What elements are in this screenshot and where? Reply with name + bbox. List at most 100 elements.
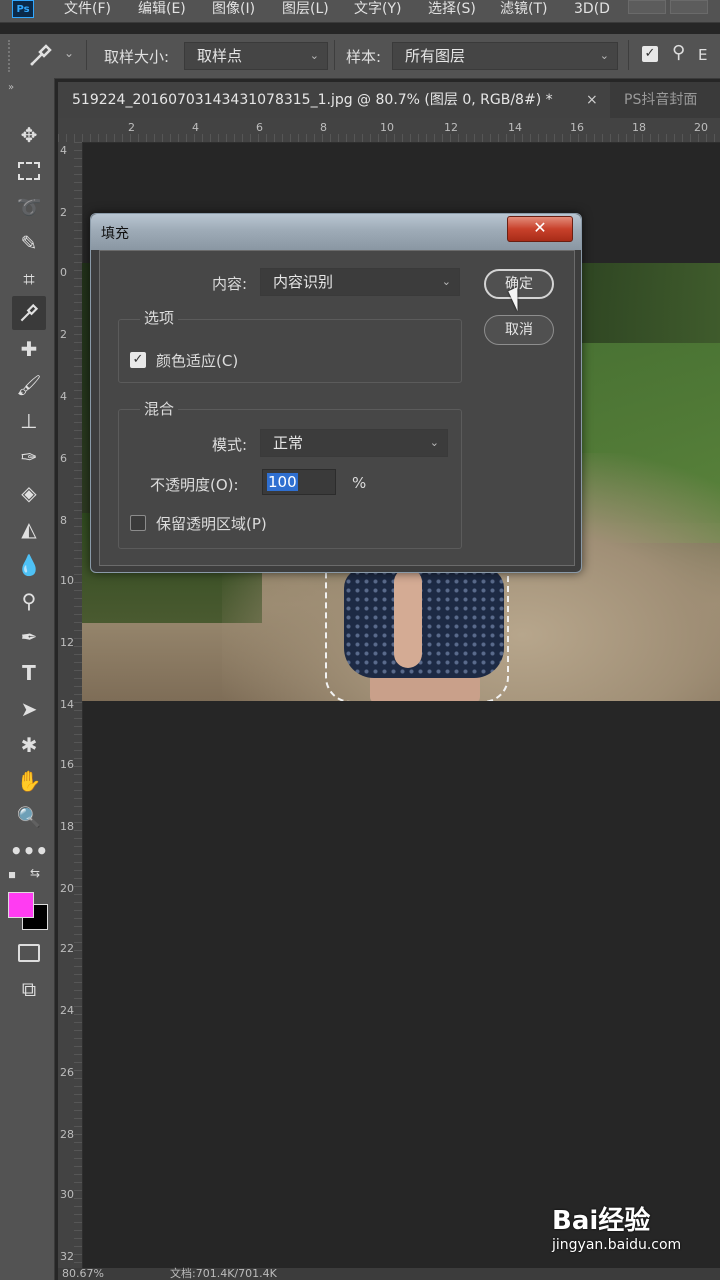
swap-colors-icon[interactable]: ⇆ bbox=[30, 866, 40, 880]
mode-value: 正常 bbox=[273, 434, 304, 452]
opacity-value: 100 bbox=[267, 473, 298, 491]
document-size: 文档:701.4K/701.4K bbox=[170, 1267, 277, 1280]
ruler-tick-label: 26 bbox=[60, 1066, 74, 1079]
preserve-transparency-label: 保留透明区域(P) bbox=[156, 515, 267, 533]
ruler-tick-label: 12 bbox=[444, 121, 458, 134]
ruler-tick-label: 10 bbox=[380, 121, 394, 134]
fill-dialog: 填充 ✕ 内容: 内容识别 ⌄ 确定 取消 选项 ✓ 颜色适应(C) 混合 模式… bbox=[90, 213, 582, 573]
menu-image[interactable]: 图像(I) bbox=[212, 0, 255, 20]
ruler-tick-label: 8 bbox=[60, 514, 67, 527]
options-group-title: 选项 bbox=[140, 307, 179, 328]
ruler-tick-label: 0 bbox=[60, 266, 67, 279]
ruler-tick-label: 18 bbox=[60, 820, 74, 833]
content-select[interactable]: 内容识别 ⌄ bbox=[260, 268, 460, 296]
divider bbox=[334, 40, 335, 70]
path-select-icon[interactable]: ➤ bbox=[12, 692, 46, 726]
more-icon[interactable]: ••• bbox=[10, 834, 48, 868]
photoshop-logo: Ps bbox=[12, 0, 34, 18]
chevron-down-icon: ⌄ bbox=[599, 49, 609, 62]
zoom-level[interactable]: 80.67% bbox=[62, 1268, 104, 1280]
menu-type[interactable]: 文字(Y) bbox=[354, 0, 401, 20]
grip-handle[interactable] bbox=[8, 40, 16, 72]
history-brush-icon[interactable]: ✑ bbox=[12, 440, 46, 474]
sample-value: 所有图层 bbox=[405, 47, 466, 65]
divider bbox=[628, 40, 629, 70]
opacity-unit: % bbox=[352, 474, 367, 492]
type-icon[interactable]: T bbox=[12, 656, 46, 690]
sample-size-select[interactable]: 取样点 ⌄ bbox=[184, 42, 328, 70]
ruler-tick-label: 20 bbox=[694, 121, 708, 134]
eraser-icon[interactable]: ◈ bbox=[12, 476, 46, 510]
zoom-icon[interactable]: 🔍 bbox=[12, 800, 46, 834]
screen-mode-icon[interactable]: ⧉ bbox=[12, 972, 46, 1006]
ruler-tick-label: 24 bbox=[60, 1004, 74, 1017]
stamp-icon[interactable]: ⊥ bbox=[12, 404, 46, 438]
ruler-tick-label: 4 bbox=[192, 121, 199, 134]
opacity-input[interactable]: 100 bbox=[262, 469, 336, 495]
healing-icon[interactable]: ✚ bbox=[12, 332, 46, 366]
menu-file[interactable]: 文件(F) bbox=[64, 0, 111, 20]
tab-document-2[interactable]: PS抖音封面 bbox=[624, 82, 697, 118]
menu-bar: Ps 文件(F) 编辑(E) 图像(I) 图层(L) 文字(Y) 选择(S) 滤… bbox=[0, 0, 720, 23]
ruler-tick-label: 2 bbox=[60, 328, 67, 341]
mode-select[interactable]: 正常 ⌄ bbox=[260, 429, 448, 457]
ruler-tick-label: 18 bbox=[632, 121, 646, 134]
tool-preset-chevron-icon[interactable]: ⌄ bbox=[64, 46, 74, 60]
crop-icon[interactable]: ⌗ bbox=[12, 262, 46, 296]
paint-bucket-icon[interactable]: ◭ bbox=[12, 512, 46, 546]
dodge-icon[interactable]: ⚲ bbox=[12, 584, 46, 618]
menu-filter[interactable]: 滤镜(T) bbox=[500, 0, 547, 20]
tab-close-icon[interactable]: × bbox=[586, 82, 598, 118]
lasso-icon[interactable]: ➰ bbox=[12, 190, 46, 224]
brush-icon[interactable]: 🖌 bbox=[12, 368, 46, 402]
quick-select-icon[interactable]: ✎ bbox=[12, 226, 46, 260]
tab-document-active[interactable]: 519224_20160703143431078315_1.jpg @ 80.7… bbox=[58, 82, 610, 118]
dialog-close-button[interactable]: ✕ bbox=[507, 216, 573, 242]
menu-edit[interactable]: 编辑(E) bbox=[138, 0, 186, 20]
cancel-button[interactable]: 取消 bbox=[484, 315, 554, 345]
menu-3d[interactable]: 3D(D bbox=[574, 0, 610, 20]
dialog-body: 内容: 内容识别 ⌄ 确定 取消 选项 ✓ 颜色适应(C) 混合 模式: 正常 … bbox=[99, 250, 575, 566]
pen-icon[interactable]: ✒ bbox=[12, 620, 46, 654]
chevron-down-icon: ⌄ bbox=[429, 436, 439, 449]
color-adapt-label: 颜色适应(C) bbox=[156, 352, 239, 370]
chevron-down-icon: ⌄ bbox=[441, 275, 451, 288]
ruler-tick-label: 2 bbox=[60, 206, 67, 219]
ruler-tick-label: 14 bbox=[508, 121, 522, 134]
shape-icon[interactable]: ✱ bbox=[12, 728, 46, 762]
window-maximize-button[interactable] bbox=[670, 0, 708, 14]
ruler-tick-label: 22 bbox=[60, 942, 74, 955]
search-icon[interactable]: ⚲ bbox=[672, 42, 685, 63]
ruler-tick-label: 16 bbox=[570, 121, 584, 134]
options-bar: ⌄ 取样大小: 取样点 ⌄ 样本: 所有图层 ⌄ ✓ ⚲ E bbox=[0, 34, 720, 79]
ruler-tick-label: 20 bbox=[60, 882, 74, 895]
default-colors-icon[interactable]: ◾ bbox=[8, 868, 16, 881]
status-bar: 80.67% 文档:701.4K/701.4K bbox=[58, 1268, 720, 1280]
marquee-icon[interactable] bbox=[12, 154, 46, 188]
window-minimize-button[interactable] bbox=[628, 0, 666, 14]
ruler-tick-label: 6 bbox=[256, 121, 263, 134]
watermark-url: jingyan.baidu.com bbox=[552, 1237, 682, 1253]
blur-icon[interactable]: 💧 bbox=[12, 548, 46, 582]
dialog-titlebar[interactable]: 填充 ✕ bbox=[91, 214, 581, 250]
move-icon[interactable]: ✥ bbox=[12, 118, 46, 152]
ruler-horizontal: 2 4 6 8 10 12 14 16 18 20 bbox=[58, 118, 720, 143]
quick-mask-icon[interactable] bbox=[12, 936, 46, 970]
blend-group-title: 混合 bbox=[140, 398, 179, 419]
foreground-color-swatch[interactable] bbox=[8, 892, 34, 918]
ruler-tick-label: 28 bbox=[60, 1128, 74, 1141]
divider bbox=[86, 40, 87, 70]
ruler-tick-label: 16 bbox=[60, 758, 74, 771]
eyedropper-icon[interactable] bbox=[28, 42, 54, 74]
sample-select[interactable]: 所有图层 ⌄ bbox=[392, 42, 618, 70]
preserve-transparency-checkbox[interactable] bbox=[130, 515, 146, 531]
menu-layer[interactable]: 图层(L) bbox=[282, 0, 329, 20]
hand-icon[interactable]: ✋ bbox=[12, 764, 46, 798]
sample-label: 样本: bbox=[346, 48, 382, 66]
color-adapt-checkbox[interactable]: ✓ bbox=[130, 352, 146, 368]
collapse-icon[interactable]: » bbox=[8, 82, 14, 93]
show-ring-checkbox[interactable]: ✓ bbox=[642, 46, 658, 62]
eyedropper-icon[interactable] bbox=[12, 296, 46, 330]
ruler-vertical: 4 2 0 2 4 6 8 10 12 14 16 18 20 22 24 26… bbox=[58, 142, 83, 1280]
menu-select[interactable]: 选择(S) bbox=[428, 0, 476, 20]
